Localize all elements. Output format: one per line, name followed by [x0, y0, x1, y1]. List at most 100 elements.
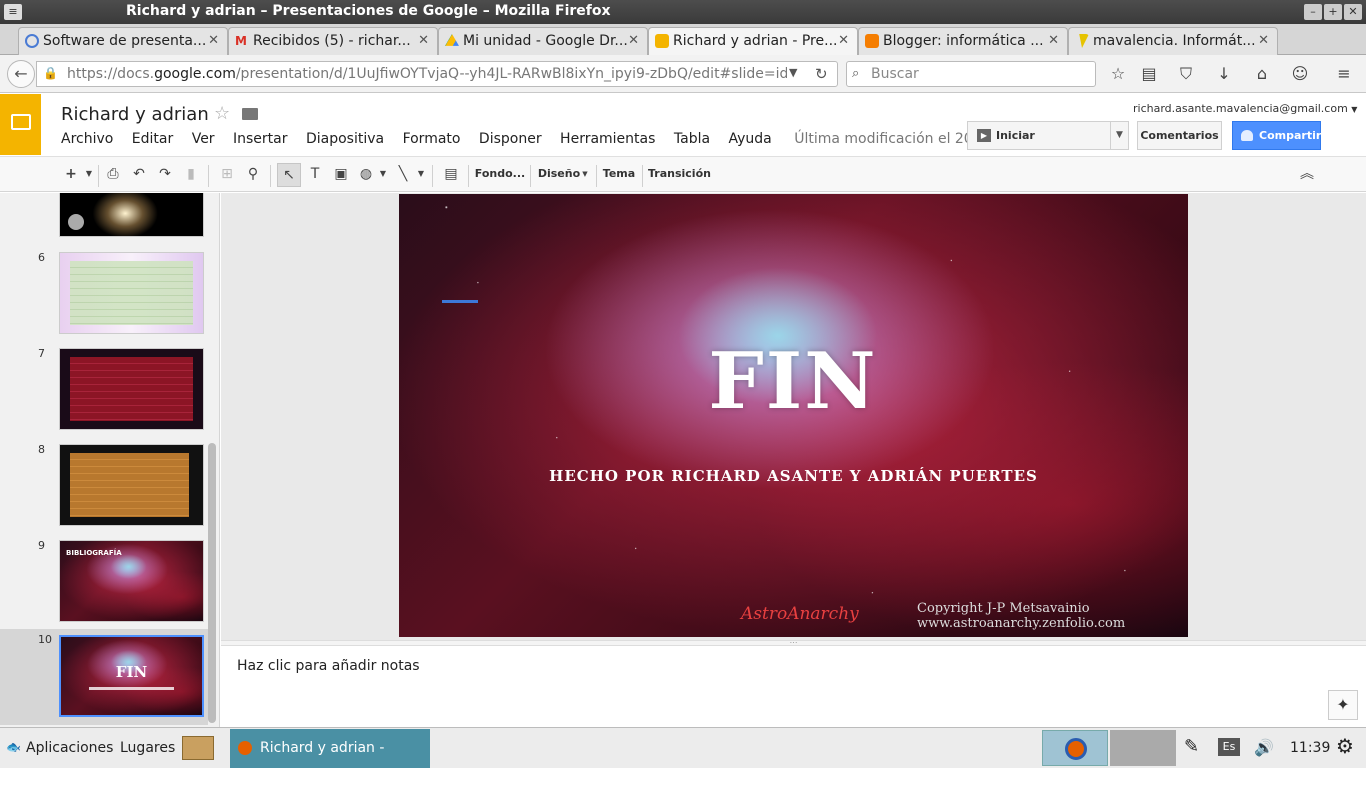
url-bar[interactable]: 🔒 https://docs.google.com/presentation/d…	[36, 61, 838, 87]
menu-archivo[interactable]: Archivo	[61, 131, 113, 147]
browser-tab[interactable]: M Recibidos (5) - richar... ✕	[228, 27, 438, 55]
document-title[interactable]: Richard y adrian	[55, 102, 215, 127]
menu-bar: Archivo Editar Ver Insertar Diapositiva …	[61, 131, 1067, 147]
apps-menu-icon[interactable]: 🐟	[6, 740, 21, 754]
search-bar[interactable]: ⌕ Buscar	[846, 61, 1096, 87]
speaker-notes[interactable]: Haz clic para añadir notas ✦	[221, 646, 1366, 727]
home-icon[interactable]: ⌂	[1252, 64, 1272, 83]
reading-list-icon[interactable]: ▤	[1139, 64, 1159, 83]
window-titlebar: ≡ Richard y adrian – Presentaciones de G…	[0, 0, 1366, 24]
desktop-icon[interactable]	[182, 736, 214, 760]
current-slide[interactable]: FIN HECHO POR RICHARD ASANTE Y ADRIÁN PU…	[399, 194, 1188, 637]
redo-icon[interactable]: ↷	[155, 163, 175, 187]
tab-label: Blogger: informática ...	[883, 33, 1044, 49]
background-button[interactable]: Fondo...	[474, 163, 526, 187]
comment-icon[interactable]: ▤	[440, 163, 462, 187]
taskbar-window-firefox[interactable]: Richard y adrian - Pres...	[230, 729, 430, 794]
close-window-icon[interactable]: ✕	[1344, 4, 1362, 20]
slide-title[interactable]: FIN	[411, 336, 1175, 427]
accent-line[interactable]	[442, 300, 478, 303]
undo-icon[interactable]: ↶	[129, 163, 149, 187]
chat-icon[interactable]: ☺	[1290, 64, 1310, 83]
workspace-switcher[interactable]	[1110, 730, 1176, 766]
star-icon[interactable]: ☆	[214, 103, 230, 124]
layout-button[interactable]: Diseño	[536, 163, 582, 187]
tab-close-icon[interactable]: ✕	[838, 28, 849, 54]
new-slide-dropdown-icon[interactable]: ▼	[83, 163, 95, 187]
menu-editar[interactable]: Editar	[132, 131, 173, 147]
slide-thumbnail-active[interactable]: FIN	[59, 635, 204, 717]
filmstrip-scrollbar[interactable]	[208, 443, 216, 723]
notes-placeholder[interactable]: Haz clic para añadir notas	[237, 658, 420, 674]
firefox-launcher[interactable]	[1042, 730, 1108, 766]
presentation-options-dropdown[interactable]: ▼	[1110, 121, 1129, 150]
zoom-icon[interactable]: ⚲	[242, 163, 264, 187]
account-dropdown-icon[interactable]: ▼	[1351, 105, 1357, 114]
settings-gear-icon[interactable]: ⚙	[1336, 734, 1354, 758]
comments-button[interactable]: Comentarios	[1137, 121, 1222, 150]
menu-herramientas[interactable]: Herramientas	[560, 131, 655, 147]
transition-button[interactable]: Transición	[648, 163, 711, 187]
tab-close-icon[interactable]: ✕	[208, 28, 219, 54]
browser-tab[interactable]: Software de presenta... ✕	[18, 27, 228, 55]
menu-tabla[interactable]: Tabla	[674, 131, 710, 147]
url-text[interactable]: https://docs.google.com/presentation/d/1…	[67, 66, 787, 82]
line-dropdown-icon[interactable]: ▼	[415, 163, 427, 187]
reload-icon[interactable]: ↻	[815, 65, 828, 83]
pen-icon[interactable]: ✎	[1184, 736, 1199, 757]
slide-thumbnail[interactable]	[59, 252, 204, 334]
maximize-icon[interactable]: +	[1324, 4, 1342, 20]
slide-thumbnail[interactable]	[59, 444, 204, 526]
new-slide-icon[interactable]: +	[60, 163, 82, 187]
url-dropdown-icon[interactable]: ▼	[789, 66, 797, 79]
menu-disponer[interactable]: Disponer	[479, 131, 542, 147]
text-box-icon[interactable]: T	[304, 163, 326, 187]
select-cursor-icon[interactable]: ↖	[277, 163, 301, 187]
volume-icon[interactable]: 🔊	[1254, 738, 1274, 757]
folder-icon[interactable]	[242, 108, 258, 120]
tab-close-icon[interactable]: ✕	[418, 28, 429, 54]
hamburger-menu-icon[interactable]: ≡	[1334, 64, 1354, 83]
zoom-fit-icon[interactable]: ⊞	[216, 163, 238, 187]
keyboard-layout[interactable]: Es	[1218, 738, 1240, 756]
menu-insertar[interactable]: Insertar	[233, 131, 288, 147]
share-button[interactable]: Compartir	[1232, 121, 1321, 150]
pocket-icon[interactable]: ⛉	[1176, 64, 1196, 84]
image-icon[interactable]: ▣	[330, 163, 352, 187]
browser-tab[interactable]: Blogger: informática ... ✕	[858, 27, 1068, 55]
download-icon[interactable]: ↓	[1214, 64, 1234, 83]
browser-tab[interactable]: mavalencia. Informát... ✕	[1068, 27, 1278, 55]
line-icon[interactable]: ╲	[392, 163, 414, 187]
slide-thumbnail[interactable]	[59, 193, 204, 237]
browser-tab-active[interactable]: Richard y adrian - Pre... ✕	[648, 27, 858, 55]
shape-dropdown-icon[interactable]: ▼	[377, 163, 389, 187]
browser-tab[interactable]: Mi unidad - Google Dr... ✕	[438, 27, 648, 55]
shape-icon[interactable]: ◍	[355, 163, 377, 187]
slide-thumbnail[interactable]	[59, 348, 204, 430]
tab-close-icon[interactable]: ✕	[1048, 28, 1059, 54]
clock[interactable]: 11:39	[1290, 740, 1330, 756]
slide-thumbnail[interactable]: BIBLIOGRAFÍA	[59, 540, 204, 622]
tab-close-icon[interactable]: ✕	[628, 28, 639, 54]
slide-subtitle[interactable]: HECHO POR RICHARD ASANTE Y ADRIÁN PUERTE…	[399, 467, 1188, 485]
menu-ver[interactable]: Ver	[192, 131, 215, 147]
applications-menu[interactable]: Aplicaciones	[26, 740, 113, 756]
collapse-menu-icon[interactable]: ︽	[1296, 163, 1318, 187]
places-menu[interactable]: Lugares	[120, 740, 175, 756]
start-presentation-button[interactable]: ▶ Iniciar presentación	[967, 121, 1111, 169]
paint-format-icon[interactable]: ▮	[181, 163, 201, 187]
account-email[interactable]: richard.asante.mavalencia@gmail.com ▼	[1133, 102, 1357, 115]
print-icon[interactable]: ⎙	[103, 163, 123, 187]
slides-logo-icon[interactable]	[0, 94, 41, 155]
bookmark-star-icon[interactable]: ☆	[1108, 64, 1128, 83]
back-arrow-icon[interactable]: ←	[7, 60, 35, 88]
menu-formato[interactable]: Formato	[403, 131, 461, 147]
window-menu-icon[interactable]: ≡	[4, 4, 22, 20]
layout-dropdown-icon[interactable]: ▼	[580, 163, 590, 187]
tab-close-icon[interactable]: ✕	[1258, 28, 1269, 54]
minimize-icon[interactable]: –	[1304, 4, 1322, 20]
explore-icon[interactable]: ✦	[1328, 690, 1358, 720]
menu-diapositiva[interactable]: Diapositiva	[306, 131, 384, 147]
menu-ayuda[interactable]: Ayuda	[729, 131, 772, 147]
theme-button[interactable]: Tema	[602, 163, 636, 187]
